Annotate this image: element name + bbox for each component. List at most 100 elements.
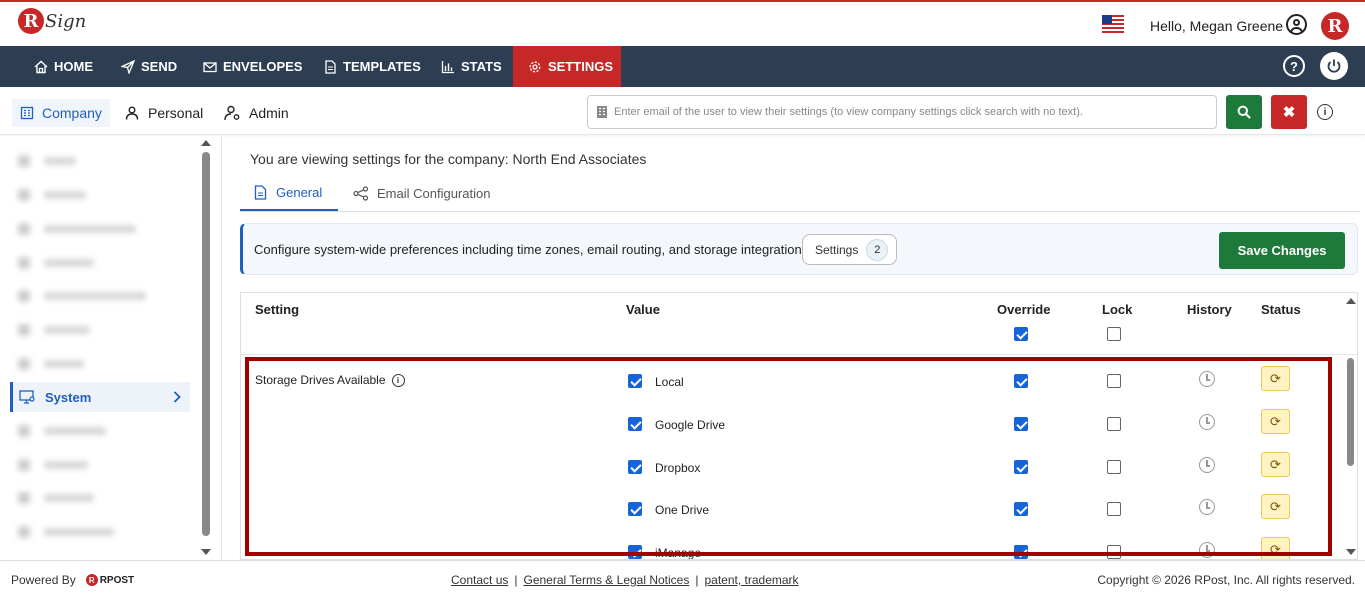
tab-general[interactable]: General	[240, 176, 338, 211]
table-scroll-down[interactable]	[1346, 549, 1356, 555]
user-greeting: Hello, Megan Greene	[1150, 18, 1284, 34]
nav-envelopes[interactable]: ENVELOPES	[203, 46, 302, 87]
company-name: North End Associates	[512, 151, 647, 167]
person-icon	[125, 106, 139, 120]
document-icon	[325, 59, 336, 74]
us-flag-icon[interactable]	[1102, 15, 1124, 33]
lock-all-checkbox[interactable]	[1107, 327, 1121, 341]
status-sync-icon[interactable]: ⟳	[1261, 494, 1290, 519]
lock-checkbox[interactable]	[1107, 502, 1121, 516]
sidebar-item-blurred[interactable]	[18, 354, 84, 374]
nav-label: TEMPLATES	[343, 59, 421, 74]
sidebar-scroll-up[interactable]	[201, 140, 211, 146]
sidebar-item-blurred[interactable]	[18, 286, 146, 306]
info-icon[interactable]: i	[391, 373, 405, 387]
sidebar-item-blurred[interactable]	[18, 320, 90, 340]
patent-link[interactable]: patent, trademark	[704, 573, 798, 587]
lock-checkbox[interactable]	[1107, 460, 1121, 474]
sidebar-item-blurred[interactable]	[18, 522, 114, 542]
main-nav: HOME SEND ENVELOPES TEMPLATES STATS SETT…	[0, 46, 1365, 87]
tab-admin[interactable]: Admin	[224, 99, 289, 127]
tab-admin-label: Admin	[249, 105, 289, 121]
help-icon[interactable]: ?	[1283, 55, 1305, 77]
status-sync-icon[interactable]: ⟳	[1261, 537, 1290, 559]
rsign-logo[interactable]: R Sign	[18, 8, 86, 34]
col-value: Value	[626, 302, 660, 317]
history-clock-icon[interactable]	[1199, 542, 1215, 558]
drive-name: Local	[655, 375, 684, 389]
sidebar-item-blurred[interactable]	[18, 455, 88, 475]
contact-us-link[interactable]: Contact us	[451, 573, 508, 587]
override-checkbox[interactable]	[1014, 417, 1028, 431]
tab-personal[interactable]: Personal	[125, 99, 203, 127]
drive-google-checkbox[interactable]	[628, 417, 642, 431]
brand-avatar[interactable]: R	[1321, 12, 1349, 40]
sidebar-item-blurred[interactable]	[18, 488, 94, 508]
save-changes-button[interactable]: Save Changes	[1219, 232, 1345, 269]
drive-dropbox-checkbox[interactable]	[628, 460, 642, 474]
nav-label: SETTINGS	[548, 59, 614, 74]
power-icon[interactable]	[1320, 52, 1348, 80]
override-checkbox[interactable]	[1014, 460, 1028, 474]
rpost-logo-text: RPOST	[99, 574, 135, 586]
nav-templates[interactable]: TEMPLATES	[323, 46, 421, 87]
copyright: Copyright © 2026 RPost, Inc. All rights …	[1097, 573, 1355, 587]
override-checkbox[interactable]	[1014, 374, 1028, 388]
drive-imanage-checkbox[interactable]	[628, 545, 642, 559]
envelope-icon	[203, 61, 217, 72]
tab-email-configuration[interactable]: Email Configuration	[353, 176, 490, 211]
sidebar-scrollbar[interactable]	[202, 152, 210, 536]
drive-local-checkbox[interactable]	[628, 374, 642, 388]
tab-company[interactable]: Company	[12, 99, 110, 127]
drive-onedrive-checkbox[interactable]	[628, 502, 642, 516]
history-clock-icon[interactable]	[1199, 457, 1215, 473]
nav-home[interactable]: HOME	[34, 46, 93, 87]
sidebar-scroll-down[interactable]	[201, 549, 211, 555]
override-all-checkbox[interactable]	[1014, 327, 1028, 341]
nav-stats[interactable]: STATS	[441, 46, 502, 87]
settings-count-button[interactable]: Settings 2	[802, 234, 898, 265]
lock-checkbox[interactable]	[1107, 545, 1121, 559]
powered-by: Powered By R RPOST	[11, 573, 134, 587]
sidebar-item-blurred[interactable]	[18, 185, 86, 205]
share-icon	[353, 186, 369, 201]
sidebar-item-blurred[interactable]	[18, 151, 76, 171]
table-scrollbar[interactable]	[1347, 358, 1354, 466]
override-checkbox[interactable]	[1014, 502, 1028, 516]
nav-send[interactable]: SEND	[121, 46, 177, 87]
sidebar-item-blurred[interactable]	[18, 219, 136, 239]
rpost-logo: R RPOST	[85, 574, 135, 586]
settings-main: You are viewing settings for the company…	[223, 136, 1365, 560]
banner-text: Configure system-wide preferences includ…	[254, 242, 812, 257]
status-sync-icon[interactable]: ⟳	[1261, 452, 1290, 477]
col-override: Override	[997, 302, 1051, 317]
send-icon	[121, 59, 135, 74]
user-profile-icon[interactable]	[1286, 14, 1307, 35]
document-icon	[254, 185, 267, 200]
lock-checkbox[interactable]	[1107, 417, 1121, 431]
lock-checkbox[interactable]	[1107, 374, 1121, 388]
user-email-search-input[interactable]	[614, 106, 1204, 118]
clear-search-button[interactable]: ✖	[1271, 95, 1307, 129]
terms-link[interactable]: General Terms & Legal Notices	[524, 573, 690, 587]
search-button[interactable]	[1226, 95, 1262, 129]
history-clock-icon[interactable]	[1199, 371, 1215, 387]
override-checkbox[interactable]	[1014, 545, 1028, 559]
table-header: Setting Value Override Lock History Stat…	[241, 293, 1357, 355]
nav-settings[interactable]: SETTINGS	[513, 46, 621, 87]
sidebar-item-blurred[interactable]	[18, 253, 94, 273]
sidebar-item-blurred[interactable]	[18, 421, 106, 441]
status-sync-icon[interactable]: ⟳	[1261, 409, 1290, 434]
history-clock-icon[interactable]	[1199, 414, 1215, 430]
monitor-settings-icon	[19, 390, 35, 404]
col-setting: Setting	[255, 302, 300, 317]
search-icon	[1237, 105, 1251, 119]
tab-personal-label: Personal	[148, 105, 204, 121]
info-icon[interactable]: i	[1317, 104, 1333, 120]
status-sync-icon[interactable]: ⟳	[1261, 366, 1290, 391]
history-clock-icon[interactable]	[1199, 499, 1215, 515]
col-status: Status	[1261, 302, 1301, 317]
table-scroll-up[interactable]	[1346, 298, 1356, 304]
page-footer: Powered By R RPOST Contact us | General Te…	[0, 560, 1365, 598]
sidebar-item-system[interactable]: System	[10, 382, 190, 412]
